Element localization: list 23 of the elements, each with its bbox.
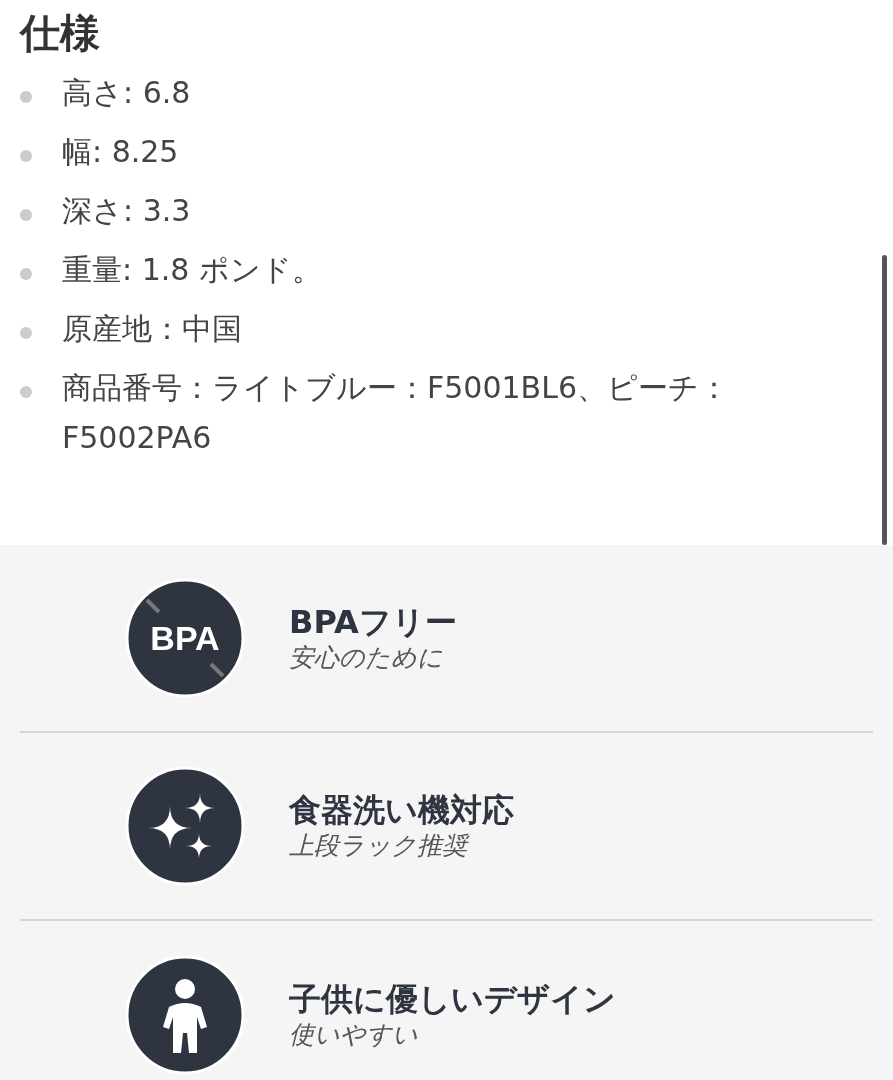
bullet-icon (20, 327, 32, 339)
spec-item: 重量: 1.8 ポンド。 (62, 251, 322, 289)
feature-subtitle: 上段ラック推奨 (289, 830, 514, 862)
sparkle-icon (125, 766, 245, 886)
feature-title: BPAフリー (289, 602, 457, 642)
feature-title: 子供に優しいデザイン (289, 979, 616, 1019)
feature-subtitle: 安心のために (289, 642, 444, 674)
scrollbar[interactable] (882, 255, 887, 545)
feature-subtitle: 使いやすい (289, 1019, 419, 1051)
icon-label: BPA (150, 619, 220, 657)
bullet-icon (20, 150, 32, 162)
spec-item: 原産地：中国 (62, 310, 242, 348)
spec-item: 深さ: 3.3 (62, 192, 191, 230)
bullet-icon (20, 91, 32, 103)
bullet-icon (20, 268, 32, 280)
section-heading: 仕様 (20, 9, 100, 58)
bullet-icon (20, 386, 32, 398)
spec-item: 高さ: 6.8 (62, 74, 191, 112)
bullet-icon (20, 209, 32, 221)
child-figure-icon (125, 955, 245, 1075)
spec-item: 商品番号：ライトブルー：F5001BL6、ピーチ：F5002PA6 (62, 369, 730, 457)
feature-title: 食器洗い機対応 (289, 790, 514, 830)
spec-item: 幅: 8.25 (62, 133, 179, 171)
